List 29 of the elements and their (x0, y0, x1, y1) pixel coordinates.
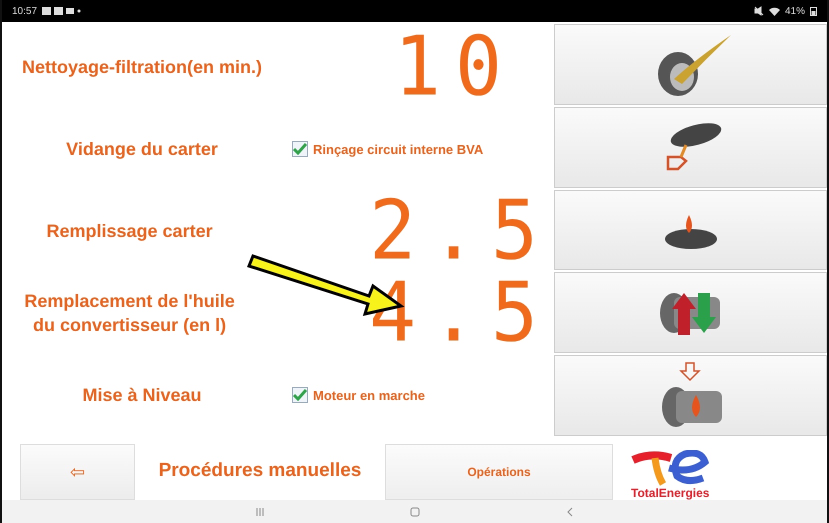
digital-value: 2.5 (369, 191, 552, 271)
operations-tab[interactable]: Opérations (385, 444, 613, 500)
checkbox-label: Moteur en marche (313, 388, 425, 402)
battery-icon (810, 6, 817, 16)
action-button[interactable] (554, 272, 827, 354)
mute-icon (754, 6, 764, 16)
home-icon[interactable] (410, 506, 420, 516)
wifi-icon (768, 6, 780, 16)
checkbox[interactable] (292, 141, 308, 157)
action-button[interactable] (554, 24, 827, 105)
checkbox[interactable] (292, 387, 308, 403)
digital-value: 10 (394, 27, 516, 107)
logo-text: TotalEnergies (631, 486, 710, 500)
field-label: Nettoyage-filtration(en min.) (20, 56, 263, 79)
status-time: 10:57 (12, 6, 38, 16)
back-icon[interactable] (564, 506, 574, 516)
action-button[interactable] (554, 190, 827, 270)
battery-percent: 41% (784, 6, 805, 16)
action-button[interactable] (554, 106, 827, 188)
field-label: Remplissage carter (46, 220, 214, 243)
checkbox-label: Rinçage circuit interne BVA (313, 142, 484, 156)
recent-apps-icon[interactable] (254, 506, 264, 516)
field-label: Remplacement de l'huile du convertisseur (en l) (23, 290, 236, 337)
back-button[interactable]: ⇦ (20, 444, 135, 500)
page-title: Procédures manuelles (158, 460, 362, 482)
notification-icons (42, 6, 82, 16)
action-button[interactable] (554, 355, 827, 436)
field-label: Mise à Niveau (81, 384, 203, 407)
field-label: Vidange du carter (65, 138, 219, 161)
